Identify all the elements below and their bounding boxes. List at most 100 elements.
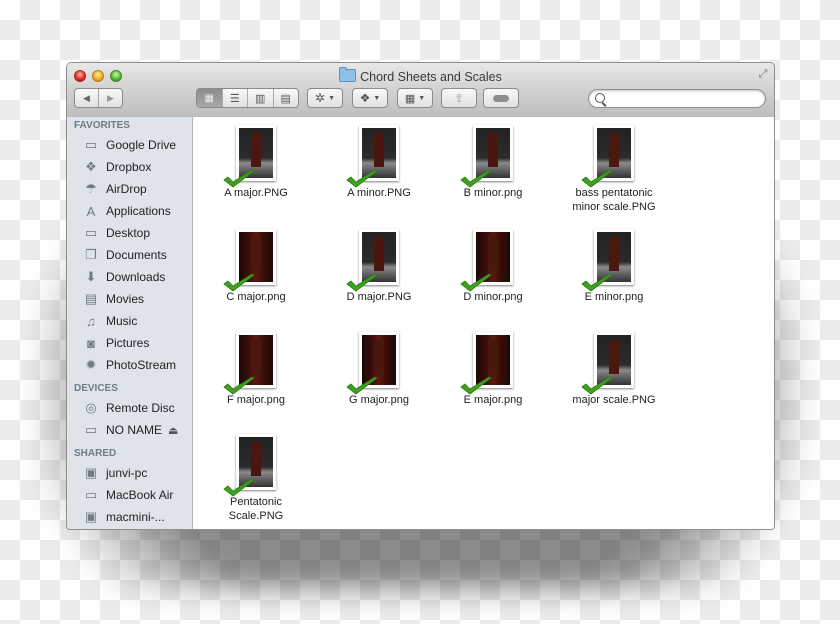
sidebar-item-label: Downloads [106, 270, 166, 284]
forward-button[interactable]: ▶ [98, 89, 122, 107]
chevron-down-icon: ▼ [418, 94, 426, 102]
dropbox-menu-button[interactable]: ❖ ▼ [352, 88, 388, 108]
sync-check-icon [345, 273, 379, 293]
file-item[interactable]: bass pentatonic minor scale.PNG [558, 125, 670, 214]
movies-icon: ▤ [84, 291, 98, 306]
dropbox-icon: ❖ [85, 159, 97, 174]
file-item[interactable]: E minor.png [558, 229, 670, 304]
arrange-menu-button[interactable]: ▦ ▼ [397, 88, 433, 108]
file-item[interactable]: Pentatonic Scale.PNG [200, 434, 312, 523]
file-name: Pentatonic Scale.PNG [228, 496, 284, 522]
file-name: D major.PNG [346, 291, 412, 303]
fretboard-graphic [251, 442, 261, 476]
sidebar-item-label: Desktop [106, 226, 151, 240]
sidebar-item-documents[interactable]: ❐ Documents [67, 244, 192, 266]
sidebar-item-movies[interactable]: ▤ Movies [67, 288, 192, 310]
column-view-button[interactable]: ▥ [247, 89, 273, 107]
sync-check-icon [580, 169, 614, 189]
file-item[interactable]: C major.png [200, 229, 312, 304]
sidebar-section-shared: SHARED [74, 448, 117, 459]
sidebar: FAVORITES ▭ Google Drive ❖ Dropbox ☂ AirDrop A… [67, 117, 193, 529]
search-field[interactable] [588, 89, 766, 108]
tags-button[interactable] [483, 88, 519, 108]
cover-flow-icon: ▤ [280, 92, 291, 105]
forward-arrow-icon: ▶ [107, 92, 114, 103]
fretboard-graphic [488, 340, 498, 374]
downloads-icon: ⬇ [85, 269, 97, 284]
sidebar-section-favorites: FAVORITES [74, 120, 130, 131]
list-view-button[interactable]: ☰ [221, 89, 248, 107]
fretboard-graphic [609, 133, 619, 167]
sync-check-icon [222, 273, 256, 293]
icon-view-icon: ▦ [204, 92, 214, 104]
sidebar-item-remote-disc[interactable]: ◎ Remote Disc [67, 397, 192, 419]
sync-check-icon [580, 376, 614, 396]
macmini-icon: ▣ [84, 509, 98, 524]
sidebar-item-label: PhotoStream [106, 358, 177, 372]
icon-view-button[interactable]: ▦ [197, 89, 222, 107]
chevron-down-icon: ▼ [373, 94, 381, 102]
file-name: C major.png [226, 291, 286, 303]
sidebar-item-music[interactable]: ♫ Music [67, 310, 192, 332]
file-name: B minor.png [463, 187, 523, 199]
action-menu-button[interactable]: ✲ ▼ [307, 88, 343, 108]
search-input[interactable] [611, 91, 765, 108]
file-item[interactable]: G major.png [323, 332, 435, 407]
sidebar-item-applications[interactable]: A Applications [67, 200, 192, 222]
back-button[interactable]: ◀ [75, 89, 98, 107]
fretboard-graphic [374, 133, 384, 167]
file-thumbnail [581, 332, 634, 395]
sidebar-item-junvi-pc[interactable]: ▣ junvi-pc [67, 462, 192, 484]
file-name: bass pentatonic minor scale.PNG [572, 187, 656, 213]
file-item[interactable]: D minor.png [437, 229, 549, 304]
file-item[interactable]: D major.PNG [323, 229, 435, 304]
documents-icon: ❐ [85, 247, 97, 262]
sidebar-item-label: Movies [106, 292, 145, 306]
sidebar-item-pictures[interactable]: ◙ Pictures [67, 332, 192, 354]
sync-check-icon [345, 376, 379, 396]
sidebar-item-label: NO NAME [106, 423, 163, 437]
sidebar-item-macmini[interactable]: ▣ macmini-... [67, 506, 192, 528]
file-item[interactable]: A major.PNG [200, 125, 312, 200]
file-item[interactable]: B minor.png [437, 125, 549, 200]
sidebar-item-airdrop[interactable]: ☂ AirDrop [67, 178, 192, 200]
sidebar-item-label: Google Drive [106, 138, 177, 152]
sidebar-item-label: junvi-pc [106, 466, 148, 480]
share-button[interactable]: ⇪ [441, 88, 477, 108]
titlebar: Chord Sheets and Scales ⤢ ◀ ▶ ▦ ☰ ▥ ▤ ✲ ▼… [67, 63, 774, 118]
file-name: major scale.PNG [572, 394, 656, 406]
window-title-text: Chord Sheets and Scales [360, 70, 502, 84]
file-name: F major.png [226, 394, 286, 406]
drive-icon: ▭ [84, 422, 98, 437]
sidebar-item-label: Music [106, 314, 138, 328]
file-item[interactable]: major scale.PNG [558, 332, 670, 407]
sidebar-item-dropbox[interactable]: ❖ Dropbox [67, 156, 192, 178]
chevron-down-icon: ▼ [328, 94, 335, 102]
sync-check-icon [459, 376, 493, 396]
file-name: A major.PNG [224, 187, 288, 199]
sidebar-item-label: Applications [106, 204, 171, 218]
fretboard-graphic [251, 237, 261, 271]
sidebar-item-label: Pictures [106, 336, 150, 350]
sidebar-item-no-name[interactable]: ▭ NO NAME ⏏ [67, 419, 192, 441]
view-mode-control: ▦ ☰ ▥ ▤ [196, 88, 299, 108]
airdrop-icon: ☂ [85, 181, 97, 196]
sidebar-item-desktop[interactable]: ▭ Desktop [67, 222, 192, 244]
file-item[interactable]: F major.png [200, 332, 312, 407]
sidebar-item-downloads[interactable]: ⬇ Downloads [67, 266, 192, 288]
sidebar-item-macbook-air[interactable]: ▭ MacBook Air [67, 484, 192, 506]
pc-icon: ▣ [84, 465, 98, 480]
eject-icon[interactable]: ⏏ [168, 424, 178, 437]
sidebar-item-google-drive[interactable]: ▭ Google Drive [67, 134, 192, 156]
folder-icon [339, 67, 357, 82]
file-item[interactable]: A minor.PNG [323, 125, 435, 200]
file-name: D minor.png [463, 291, 523, 303]
fullscreen-button[interactable]: ⤢ [757, 68, 769, 80]
fretboard-graphic [609, 340, 619, 374]
file-item[interactable]: E major.png [437, 332, 549, 407]
fretboard-graphic [488, 237, 498, 271]
sidebar-item-photostream[interactable]: ✹ PhotoStream [67, 354, 192, 376]
tag-icon [493, 94, 509, 102]
cover-flow-view-button[interactable]: ▤ [272, 89, 299, 107]
file-name: A minor.PNG [347, 187, 411, 199]
